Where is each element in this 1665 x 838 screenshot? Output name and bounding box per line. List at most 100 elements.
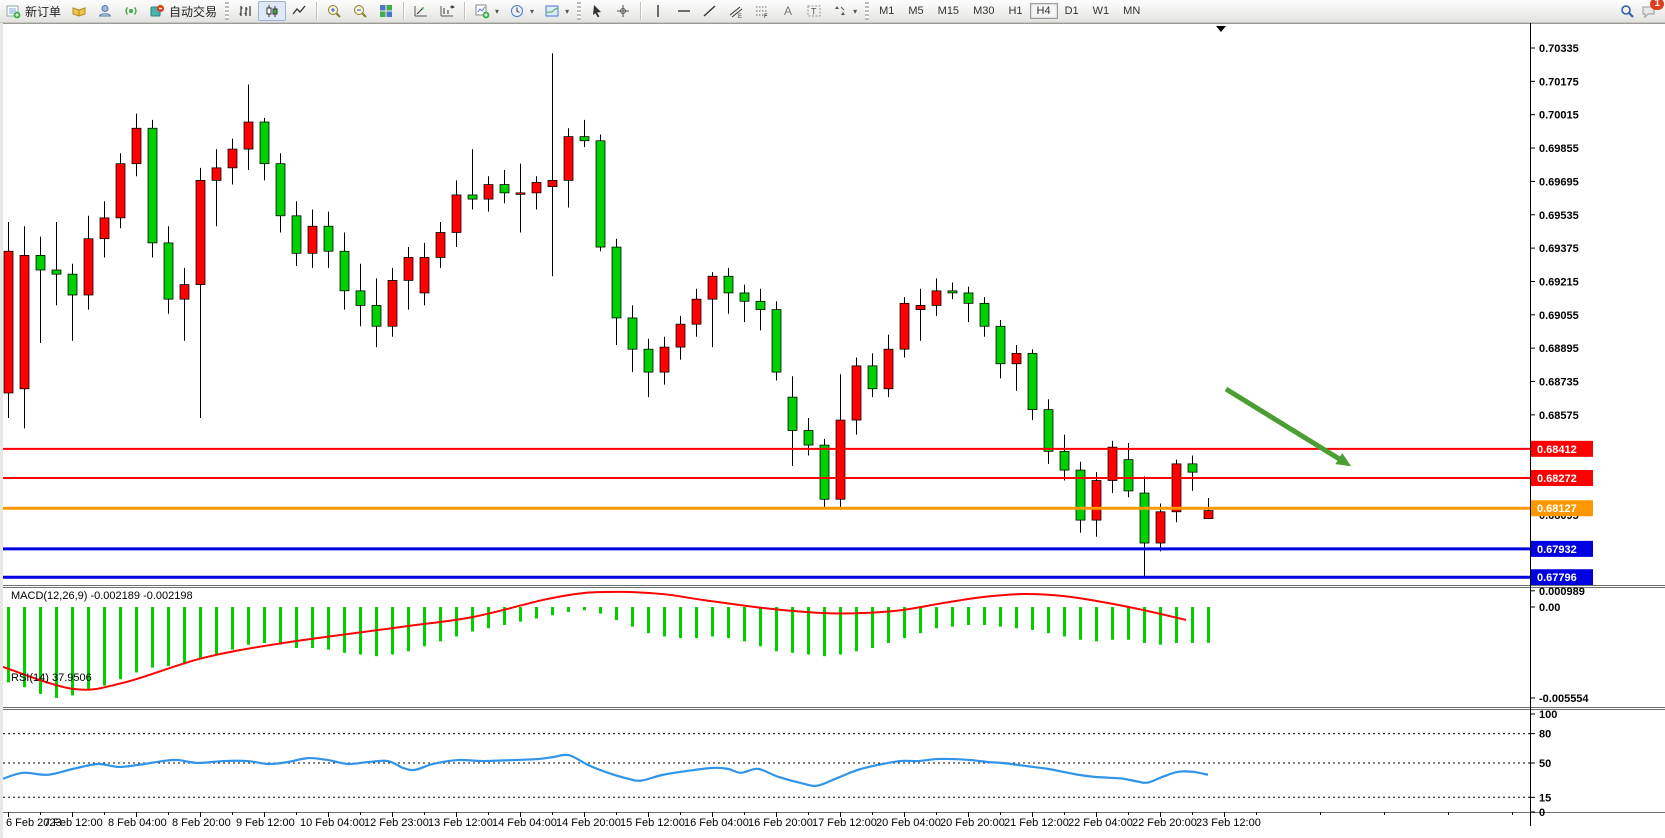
tile-windows-button[interactable] xyxy=(373,1,399,21)
candlestick-up xyxy=(180,285,189,300)
price-tick-label: 0.70335 xyxy=(1539,43,1579,55)
fibo-button[interactable]: F xyxy=(749,1,775,21)
cursor-button[interactable] xyxy=(584,1,610,21)
new-chart-button[interactable]: ▾ xyxy=(469,1,504,21)
bars-chart-button[interactable] xyxy=(232,1,258,21)
candlestick-down xyxy=(772,310,781,373)
price-tick-label: 0.69055 xyxy=(1539,310,1579,322)
hline-button[interactable] xyxy=(671,1,697,21)
label-icon: T xyxy=(806,3,822,19)
zoom-in-button[interactable] xyxy=(321,1,347,21)
profile-icon xyxy=(97,3,113,19)
candlestick-up xyxy=(676,324,685,347)
zoom-out-icon xyxy=(352,3,368,19)
candlestick-up xyxy=(708,276,717,299)
timeframe-switcher: M1M5M15M30H1H4D1W1MN xyxy=(872,3,1147,19)
price-tick-label: 0.69375 xyxy=(1539,243,1579,255)
candlestick-up xyxy=(564,137,573,181)
timeframe-button-h4[interactable]: H4 xyxy=(1030,3,1058,19)
chat-icon[interactable]: 1 xyxy=(1641,3,1657,19)
trendline-button[interactable] xyxy=(697,1,723,21)
period-clock-button[interactable]: ▾ xyxy=(504,1,539,21)
profile-button[interactable] xyxy=(92,1,118,21)
timeframe-button-d1[interactable]: D1 xyxy=(1058,3,1086,19)
new-order-button[interactable]: 新订单 xyxy=(0,1,66,21)
autotrade-label: 自动交易 xyxy=(169,3,217,20)
candlestick-down xyxy=(644,349,653,372)
timeframe-button-w1[interactable]: W1 xyxy=(1086,3,1117,19)
candlestick-down xyxy=(292,216,301,254)
toolbar-separator xyxy=(403,2,404,20)
timeframe-button-m30[interactable]: M30 xyxy=(966,3,1001,19)
timeframe-button-m5[interactable]: M5 xyxy=(901,3,930,19)
candlestick-down xyxy=(804,430,813,445)
candles-chart-icon xyxy=(264,3,280,19)
label-button[interactable]: T xyxy=(801,1,827,21)
chevron-down-icon: ▾ xyxy=(853,7,857,16)
template-icon xyxy=(544,3,560,19)
channel-button[interactable]: E xyxy=(723,1,749,21)
macd-label: MACD(12,26,9) -0.002189 -0.002198 xyxy=(11,590,193,602)
candlestick-up xyxy=(660,347,669,372)
candles-chart-button[interactable] xyxy=(258,1,286,21)
price-tick-label: 0.68895 xyxy=(1539,343,1579,355)
crosshair-button[interactable] xyxy=(610,1,636,21)
price-tick-label: 0.69695 xyxy=(1539,176,1579,188)
candlestick-up xyxy=(212,168,221,181)
candlestick-down xyxy=(724,276,733,293)
candlestick-up xyxy=(4,251,13,393)
candlestick-down xyxy=(1028,353,1037,409)
autoscroll-button[interactable] xyxy=(408,1,434,21)
search-icon[interactable] xyxy=(1619,3,1635,19)
new-chart-icon xyxy=(474,3,490,19)
text-button[interactable]: A xyxy=(775,1,801,21)
candlestick-down xyxy=(756,301,765,309)
candlestick-down xyxy=(372,305,381,326)
candlestick-down xyxy=(996,326,1005,364)
signal-button[interactable] xyxy=(118,1,144,21)
vline-button[interactable] xyxy=(645,1,671,21)
candlestick-up xyxy=(436,232,445,257)
zoom-out-button[interactable] xyxy=(347,1,373,21)
candlestick-down xyxy=(788,397,797,430)
candlestick-up xyxy=(132,128,141,163)
price-line-badge-label: 0.67932 xyxy=(1537,544,1577,556)
candlestick-down xyxy=(324,226,333,251)
time-tick-label: 14 Feb 04:00 xyxy=(492,817,557,829)
candlestick-up xyxy=(1108,447,1117,480)
time-tick-label: 10 Feb 04:00 xyxy=(300,817,365,829)
line-chart-icon xyxy=(291,3,307,19)
tile-windows-icon xyxy=(378,3,394,19)
candlestick-down xyxy=(980,303,989,326)
toolbar-grip xyxy=(577,2,581,20)
time-tick-label: 16 Feb 20:00 xyxy=(748,817,813,829)
candlestick-up xyxy=(1092,481,1101,521)
candlestick-up xyxy=(1156,512,1165,543)
svg-text:A: A xyxy=(784,4,792,18)
shapes-button[interactable]: ▾ xyxy=(827,1,862,21)
timeframe-button-h1[interactable]: H1 xyxy=(1001,3,1029,19)
candlestick-up xyxy=(116,164,125,218)
chart-canvas[interactable]: 0.703350.701750.700150.698550.696950.695… xyxy=(3,23,1665,838)
timeframe-button-mn[interactable]: MN xyxy=(1116,3,1147,19)
candlestick-up xyxy=(20,255,29,388)
candlestick-down xyxy=(164,243,173,299)
time-tick-label: 15 Feb 12:00 xyxy=(620,817,685,829)
book-icon xyxy=(71,3,87,19)
cursor-icon xyxy=(589,3,605,19)
bars-chart-icon xyxy=(237,3,253,19)
autotrade-button[interactable]: 自动交易 xyxy=(144,1,222,21)
candlestick-down xyxy=(1060,451,1069,470)
template-button[interactable]: ▾ xyxy=(539,1,574,21)
rsi-axis-label: 50 xyxy=(1539,758,1551,770)
timeframe-button-m15[interactable]: M15 xyxy=(931,3,966,19)
toolbar-right-group: 1 xyxy=(1619,3,1665,19)
chart-shift-button[interactable] xyxy=(434,1,460,21)
timeframe-button-m1[interactable]: M1 xyxy=(872,3,901,19)
toolbar-grip xyxy=(225,2,229,20)
book-button[interactable] xyxy=(66,1,92,21)
candlestick-down xyxy=(948,291,957,293)
line-chart-button[interactable] xyxy=(286,1,312,21)
shapes-icon xyxy=(832,3,848,19)
price-line-badge-label: 0.68272 xyxy=(1537,473,1577,485)
